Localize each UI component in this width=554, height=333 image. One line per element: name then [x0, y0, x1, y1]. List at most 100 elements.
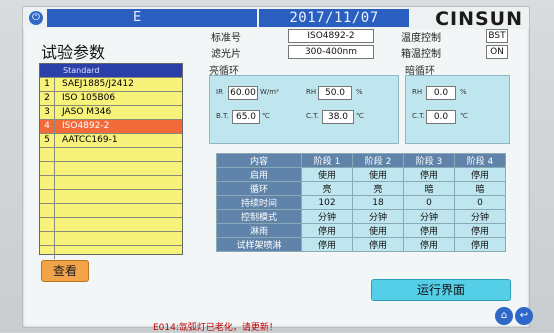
stage-row-label: 控制模式	[215, 209, 303, 224]
list-item[interactable]	[40, 231, 182, 245]
list-item-name: AATCC169-1	[62, 135, 118, 145]
stage-table: 内容 阶段 1 阶段 2 阶段 3 阶段 4 启用 使用 使用 停用 停用 循环亮亮暗暗持续时间 10…	[215, 153, 507, 252]
run-screen-button[interactable]: 运行界面	[371, 279, 511, 301]
stage-header-cell: 内容	[215, 153, 303, 168]
stage-cell[interactable]: 停用	[453, 237, 507, 252]
filter-label: 滤光片	[211, 49, 241, 60]
stage-cell[interactable]: 使用	[301, 167, 354, 182]
stage-cell[interactable]: 0	[453, 195, 507, 210]
dark-ct-value[interactable]: 0.0	[426, 110, 456, 124]
stage-header-cell: 阶段 1	[301, 153, 354, 168]
stage-cell[interactable]: 停用	[352, 237, 404, 252]
dark-rh-label: RH	[412, 88, 423, 96]
temp-ctrl-value[interactable]: BST	[486, 29, 508, 43]
stage-cell[interactable]: 暗	[453, 181, 507, 196]
list-item[interactable]: 3 JASO M346	[40, 105, 182, 119]
list-item[interactable]: 1 SAEJ1885/J2412	[40, 77, 182, 91]
list-item-num	[40, 204, 55, 217]
light-cycle-zone: IR 60.00 W/m² RH 50.0 % B.T. 65.0 ℃ C.T.…	[209, 75, 399, 144]
bt-unit: ℃	[262, 112, 270, 120]
list-item-num: 5	[40, 134, 55, 147]
list-item[interactable]	[40, 203, 182, 217]
stage-cell[interactable]: 停用	[403, 223, 455, 238]
list-item[interactable]	[40, 147, 182, 161]
list-item-num: 4	[40, 120, 55, 133]
dark-cycle-zone: RH 0.0 % C.T. 0.0 ℃	[405, 75, 510, 144]
stage-cell[interactable]: 分钟	[403, 209, 455, 224]
box-temp-label: 箱温控制	[401, 49, 441, 60]
stage-cell[interactable]: 分钟	[352, 209, 404, 224]
stage-cell[interactable]: 分钟	[301, 209, 354, 224]
ct-unit: ℃	[356, 112, 364, 120]
stage-cell[interactable]: 停用	[403, 167, 455, 182]
stage-header-cell: 阶段 3	[403, 153, 455, 168]
list-item[interactable]	[40, 217, 182, 231]
list-item-num: 3	[40, 106, 55, 119]
dark-rh-value[interactable]: 0.0	[426, 86, 456, 100]
filter-value: 300-400nm	[288, 45, 374, 59]
stage-cell[interactable]: 暗	[403, 181, 455, 196]
stage-header-cell: 阶段 2	[352, 153, 404, 168]
list-item[interactable]	[40, 189, 182, 203]
rh-label: RH	[306, 88, 317, 96]
datetime-display: 2017/11/07 10:07:30	[259, 9, 409, 44]
page-title: 试验参数	[41, 43, 106, 62]
ct-value[interactable]: 38.0	[322, 110, 354, 124]
stage-row-label: 淋雨	[215, 223, 303, 238]
ir-value[interactable]: 60.00	[228, 86, 258, 100]
stage-cell[interactable]: 使用	[352, 167, 404, 182]
bt-value[interactable]: 65.0	[232, 110, 260, 124]
power-icon[interactable]: ⏻	[29, 11, 43, 25]
stage-cell[interactable]: 停用	[301, 223, 354, 238]
list-item[interactable]	[40, 175, 182, 189]
stage-row: 循环亮亮暗暗	[215, 181, 507, 196]
standard-label: 标准号	[211, 33, 241, 44]
stage-cell[interactable]: 分钟	[453, 209, 507, 224]
top-bar: ⏻ E 2017/11/07 10:07:30 CINSUN	[23, 7, 529, 44]
list-header: Standard	[40, 64, 182, 77]
stage-cell[interactable]: 停用	[453, 223, 507, 238]
home-icon[interactable]: ⌂	[495, 307, 513, 325]
dark-ct-unit: ℃	[460, 112, 468, 120]
rh-unit: %	[356, 88, 363, 96]
stage-row: 持续时间 102 18 0 0	[215, 195, 507, 210]
list-item-num	[40, 218, 55, 231]
back-icon[interactable]: ↩	[515, 307, 533, 325]
view-button[interactable]: 查看	[41, 260, 89, 282]
list-item-name: SAEJ1885/J2412	[62, 79, 134, 89]
rh-value[interactable]: 50.0	[318, 86, 352, 100]
stage-header-cell: 阶段 4	[453, 153, 507, 168]
stage-cell[interactable]: 停用	[453, 167, 507, 182]
list-item[interactable]	[40, 245, 182, 259]
ir-label: IR	[216, 88, 223, 96]
hmi-panel: ⏻ E 2017/11/07 10:07:30 CINSUN 试验参数 Stan…	[22, 6, 533, 333]
list-item-num	[40, 246, 55, 259]
list-item[interactable]: 2 ISO 105B06	[40, 91, 182, 105]
list-item-name: ISO 105B06	[62, 93, 116, 103]
stage-cell[interactable]: 停用	[403, 237, 455, 252]
stage-cell[interactable]: 亮	[352, 181, 404, 196]
ir-unit: W/m²	[260, 88, 279, 96]
dark-ct-label: C.T.	[412, 112, 425, 120]
stage-cell[interactable]: 亮	[301, 181, 354, 196]
brand-logo: CINSUN	[435, 8, 523, 30]
stage-cell[interactable]: 使用	[352, 223, 404, 238]
stage-cell[interactable]: 停用	[301, 237, 354, 252]
list-item[interactable]: 5 AATCC169-1	[40, 133, 182, 147]
list-item[interactable]	[40, 161, 182, 175]
list-item-num	[40, 232, 55, 245]
stage-cell[interactable]: 18	[352, 195, 404, 210]
list-item-name: JASO M346	[62, 107, 112, 117]
list-item[interactable]: 4 ISO4892-2	[40, 119, 182, 133]
temp-ctrl-label: 温度控制	[401, 33, 441, 44]
list-item-name: ISO4892-2	[62, 121, 110, 131]
box-temp-value[interactable]: ON	[486, 45, 508, 59]
stage-row-label: 循环	[215, 181, 303, 196]
stage-cell[interactable]: 102	[301, 195, 354, 210]
dark-rh-unit: %	[460, 88, 467, 96]
list-item-num	[40, 148, 55, 161]
status-message: E014:氙弧灯已老化，请更新！	[153, 323, 278, 333]
bt-label: B.T.	[216, 112, 229, 120]
stage-cell[interactable]: 0	[403, 195, 455, 210]
standard-list: Standard 1 SAEJ1885/J2412 2 ISO 105B06 3 JASO…	[39, 63, 183, 259]
